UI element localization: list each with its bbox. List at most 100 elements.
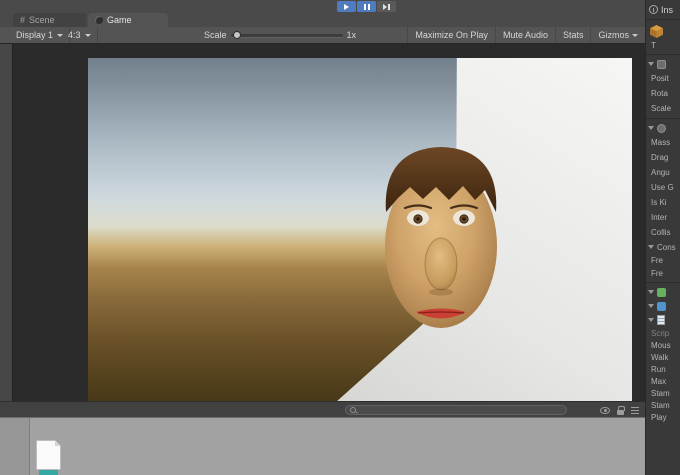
scale-control: Scale 1x	[198, 27, 362, 43]
inspector-field[interactable]: Mous	[646, 340, 680, 352]
toolbar-right-buttons: Maximize On Play Mute Audio Stats Gizmos	[407, 27, 645, 43]
inspector-field[interactable]: Stam	[646, 388, 680, 400]
character-nose	[424, 237, 458, 291]
inspector-field[interactable]: Use G	[646, 180, 680, 195]
eye-icon[interactable]	[600, 406, 610, 414]
component-header[interactable]	[646, 299, 680, 313]
lock-icon[interactable]	[617, 405, 625, 415]
divider	[646, 282, 680, 283]
collider-icon	[657, 287, 666, 297]
tag-row[interactable]: T	[646, 40, 680, 52]
inspector-field[interactable]: Play	[646, 412, 680, 424]
character-nose-shadow	[429, 288, 453, 296]
pause-button[interactable]	[357, 1, 376, 12]
inspector-field[interactable]: Inter	[646, 210, 680, 225]
tag-label: T	[651, 41, 656, 50]
stats-button[interactable]: Stats	[554, 27, 591, 43]
chevron-down-icon	[84, 33, 91, 37]
step-button[interactable]	[377, 1, 396, 12]
character-head	[385, 147, 497, 328]
status-bar	[0, 401, 645, 417]
inspector-field[interactable]: Fre	[646, 254, 680, 267]
scale-label: Scale	[204, 30, 227, 40]
tab-scene[interactable]: # Scene	[13, 13, 86, 27]
rigidbody-component-header[interactable]	[646, 121, 680, 135]
aspect-ratio-label: 4:3	[68, 30, 81, 40]
inspector-icon	[649, 5, 658, 14]
tab-game[interactable]: Game	[88, 13, 168, 27]
script-component-header[interactable]	[646, 313, 680, 327]
inspector-field[interactable]: Is Ki	[646, 195, 680, 210]
collider-component-header[interactable]	[646, 285, 680, 299]
field-label: Scale	[651, 104, 672, 113]
step-icon	[383, 4, 390, 10]
inspector-field[interactable]: Scale	[646, 101, 680, 116]
maximize-on-play-button[interactable]: Maximize On Play	[407, 27, 495, 43]
foldout-arrow-icon	[648, 304, 654, 308]
inspector-title: Ins	[661, 4, 674, 15]
constraints-label: Cons	[657, 242, 676, 252]
search-input[interactable]	[345, 405, 567, 415]
scale-slider-knob[interactable]	[232, 30, 241, 39]
play-button[interactable]	[337, 1, 356, 12]
tab-scene-label: Scene	[29, 15, 55, 25]
search-icon	[350, 407, 356, 413]
display-dropdown[interactable]: Display 1	[10, 27, 71, 43]
field-label: Is Ki	[651, 198, 667, 207]
panel-edge	[0, 44, 13, 401]
game-render-area[interactable]	[88, 58, 632, 401]
maximize-on-play-label: Maximize On Play	[415, 30, 488, 40]
inspector-field[interactable]: Drag	[646, 150, 680, 165]
field-label: Walk	[651, 353, 669, 362]
pause-icon	[363, 3, 370, 10]
inspector-field[interactable]: Max	[646, 376, 680, 388]
scene-grid-icon: #	[20, 14, 26, 25]
scale-slider[interactable]	[230, 30, 343, 39]
inspector-field[interactable]: Mass	[646, 135, 680, 150]
mute-audio-button[interactable]: Mute Audio	[494, 27, 555, 43]
status-bar-icons	[600, 404, 639, 416]
inspector-tab[interactable]: Ins	[646, 0, 680, 20]
inspector-field[interactable]: Angu	[646, 165, 680, 180]
field-label: Fre	[651, 256, 663, 265]
gizmos-dropdown[interactable]: Gizmos	[590, 27, 645, 43]
foldout-arrow-icon	[648, 126, 654, 130]
menu-icon[interactable]	[631, 406, 639, 414]
field-label: Angu	[651, 168, 670, 177]
field-label: Collis	[651, 228, 671, 237]
field-label: Inter	[651, 213, 668, 222]
document-icon[interactable]	[36, 440, 61, 470]
foldout-arrow-icon	[648, 290, 654, 294]
foldout-arrow-icon	[648, 318, 654, 322]
game-view-toolbar: Display 1 4:3 Scale 1x Maximize On Play …	[0, 27, 645, 44]
divider	[646, 118, 680, 119]
field-label: Play	[651, 413, 667, 422]
field-label: Stam	[651, 401, 670, 410]
gameobject-header[interactable]	[646, 22, 680, 40]
transport-controls	[337, 1, 396, 12]
field-label: Mous	[651, 341, 671, 350]
inspector-field[interactable]: Collis	[646, 225, 680, 240]
transform-component-header[interactable]	[646, 57, 680, 71]
rigidbody-icon	[657, 123, 666, 133]
inspector-field[interactable]: Stam	[646, 400, 680, 412]
inspector-field[interactable]: Scrip	[646, 327, 680, 340]
game-tab-icon	[95, 16, 103, 24]
field-label: Max	[651, 377, 667, 386]
inspector-field[interactable]: Rota	[646, 86, 680, 101]
aspect-ratio-dropdown[interactable]: 4:3	[62, 27, 98, 43]
inspector-field[interactable]: Run	[646, 364, 680, 376]
mute-audio-label: Mute Audio	[502, 30, 548, 40]
cube-icon	[650, 24, 663, 38]
project-folder-column	[0, 418, 30, 475]
foldout-arrow-icon	[648, 245, 654, 249]
chevron-down-icon	[632, 33, 638, 37]
unity-editor-window: # Scene Game Display 1 4:3 Scale 1x Maxi…	[0, 0, 680, 475]
inspector-field[interactable]: Walk	[646, 352, 680, 364]
inspector-field[interactable]: Fre	[646, 267, 680, 280]
transform-icon	[657, 59, 666, 69]
editor-header: # Scene Game	[0, 0, 645, 27]
constraints-foldout[interactable]: Cons	[646, 240, 680, 254]
inspector-field[interactable]: Posit	[646, 71, 680, 86]
field-label: Run	[651, 365, 666, 374]
